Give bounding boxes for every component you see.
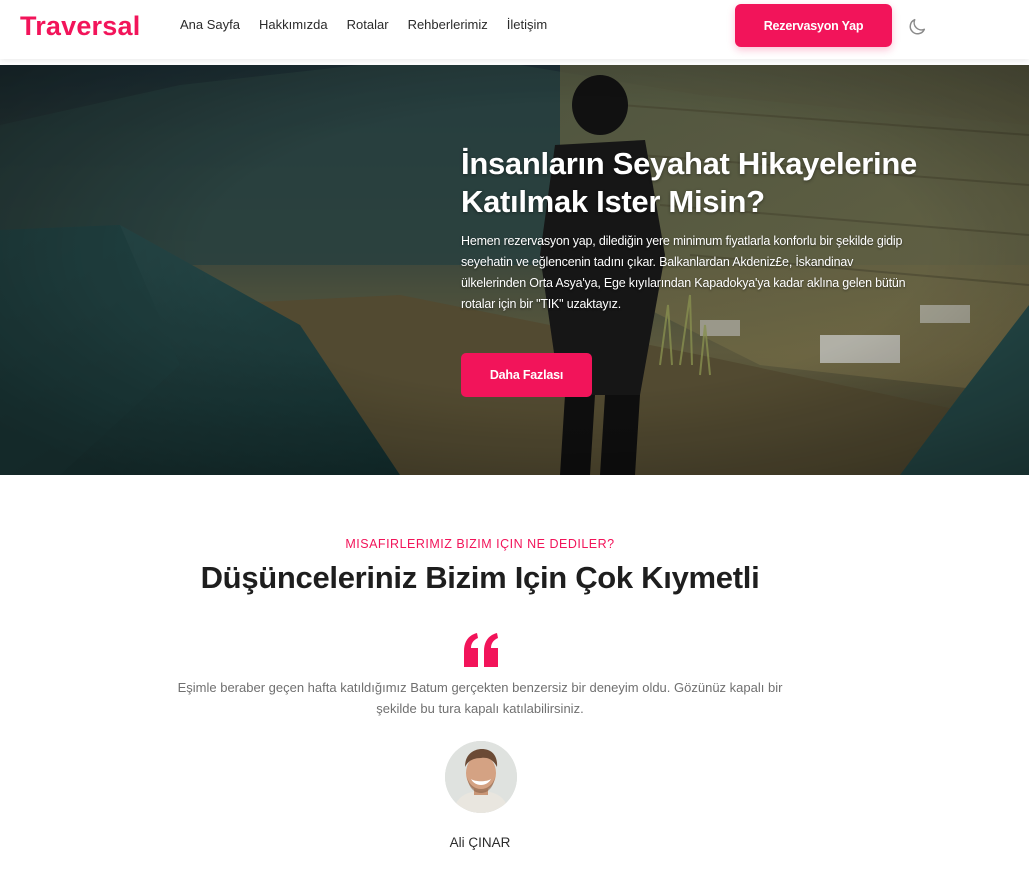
testimonial-quote: Eşimle beraber geçen hafta katıldığımız … [177,680,783,716]
logo[interactable]: Traversal [20,11,140,42]
site-header: Traversal Ana Sayfa Hakkımızda Rotalar R… [0,0,1029,59]
avatar [445,741,517,813]
nav-item-guides[interactable]: Rehberlerimiz [408,17,488,32]
hero-description: Hemen rezervasyon yap, dilediğin yere mi… [461,234,906,311]
nav-item-routes[interactable]: Rotalar [347,17,389,32]
nav-item-contact[interactable]: İletişim [507,17,547,32]
hero-section: İnsanların Seyahat Hikayelerine Katılmak… [0,65,1029,475]
main-nav: Ana Sayfa Hakkımızda Rotalar Rehberlerim… [180,17,547,32]
reservation-button[interactable]: Rezervasyon Yap [735,4,892,47]
section-title: Düşünceleriniz Bizim Için Çok Kıymetli [200,560,760,595]
hero-title: İnsanların Seyahat Hikayelerine Katılmak… [461,146,917,219]
moon-icon[interactable] [906,16,928,38]
more-button[interactable]: Daha Fazlası [461,353,592,397]
nav-item-home[interactable]: Ana Sayfa [180,17,240,32]
nav-item-about[interactable]: Hakkımızda [259,17,328,32]
testimonial-author: Ali ÇINAR [449,835,511,850]
section-eyebrow: MISAFIRLERIMIZ BIZIM IÇIN NE DEDILER? [345,537,615,551]
quote-icon [464,633,498,667]
